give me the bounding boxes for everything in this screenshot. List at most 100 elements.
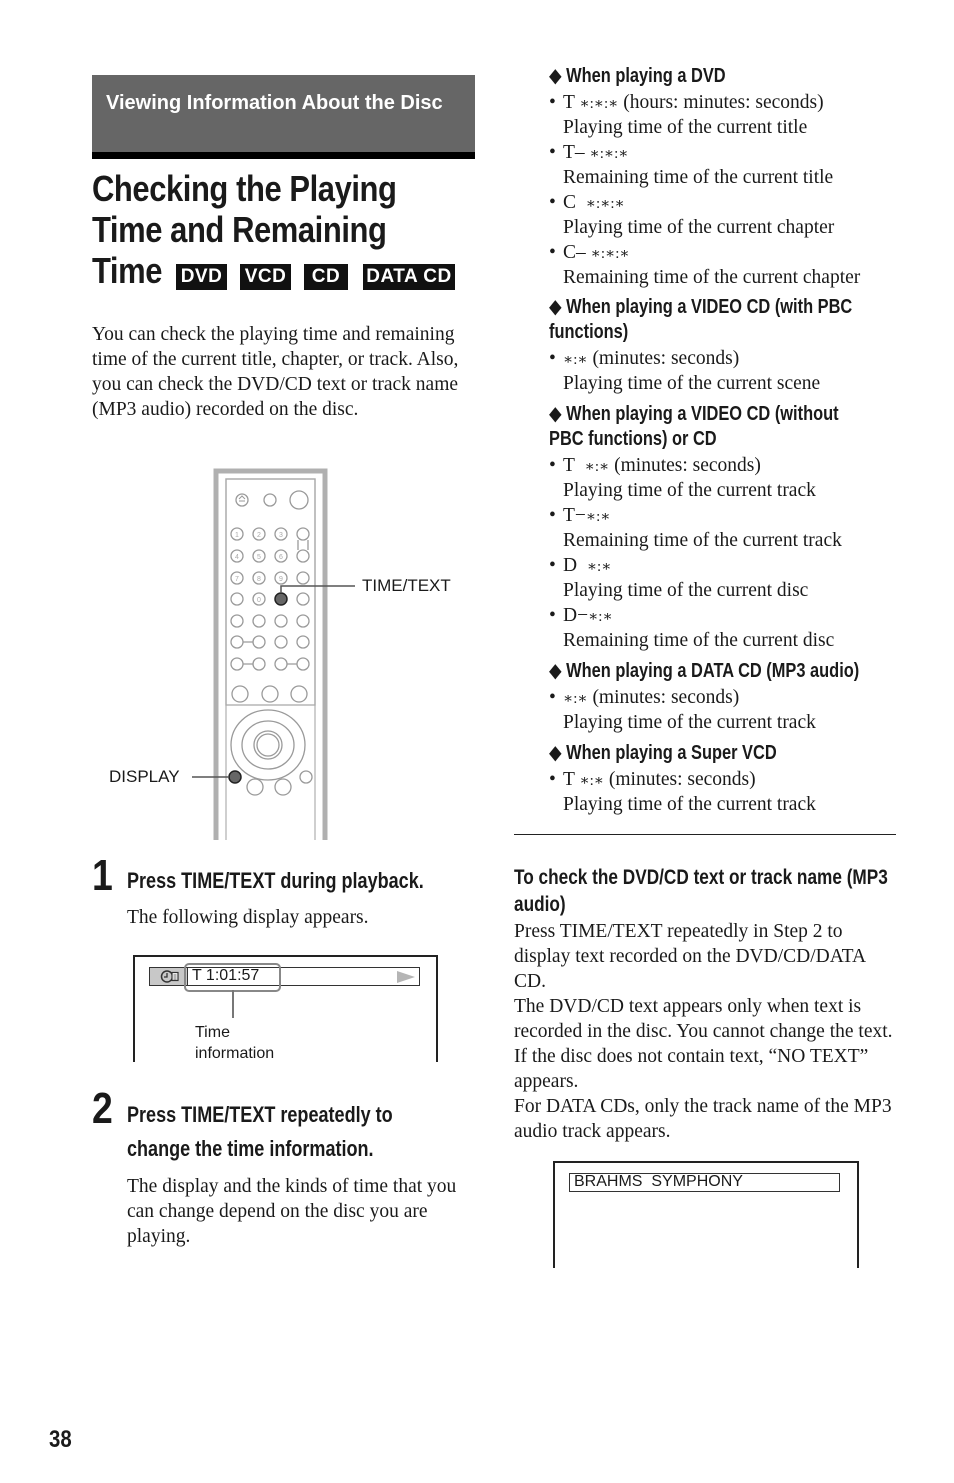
badge-cd: CD: [304, 264, 348, 290]
list-item: • C– ∗:∗:∗: [549, 242, 630, 263]
page-title-line-1: Checking the Playing: [92, 168, 397, 209]
time-format: ∗:∗: [579, 773, 604, 789]
button-4-label: 4: [235, 554, 239, 561]
display-button: [228, 770, 242, 784]
mode-heading-dvd-text: When playing a DVD: [566, 65, 726, 87]
button-2-label: 2: [257, 532, 261, 539]
section-banner: Viewing Information About the Disc: [92, 75, 475, 159]
step-2-body: The display and the kinds of time that y…: [127, 1176, 457, 1247]
section-banner-text: Viewing Information About the Disc: [106, 92, 443, 114]
list-item-description: Playing time of the current track: [563, 480, 816, 501]
list-item: • T ∗:∗:∗ (hours: minutes: seconds): [549, 92, 824, 113]
list-item-description: Remaining time of the current track: [563, 530, 842, 551]
play-button: [231, 685, 249, 703]
step-2-heading-line-2: change the time information.: [127, 1136, 374, 1161]
time-text-icon: [160, 970, 179, 983]
list-item-description: Playing time of the current disc: [563, 580, 809, 601]
list-item: • C ∗:∗:∗: [549, 192, 625, 213]
mode-heading-super-vcd: ◆ When playing a Super VCD: [549, 742, 777, 764]
time-format: ∗:∗: [585, 509, 611, 525]
osd-text-display: BRAHMS SYMPHONY: [553, 1161, 859, 1268]
list-item: • D−∗:∗: [549, 605, 613, 626]
time-format: ∗:∗: [563, 352, 588, 368]
time-code: T: [563, 769, 575, 790]
badge-dvd: DVD: [176, 264, 227, 290]
page-number: 38: [49, 1426, 72, 1453]
list-item-description: Playing time of the current track: [563, 794, 816, 815]
stop-button: [290, 685, 308, 703]
time-format: ∗:∗:∗: [579, 96, 619, 112]
time-note: (minutes: seconds): [608, 769, 756, 790]
list-item: • ∗:∗ (minutes: seconds): [549, 348, 740, 369]
badge-data-cd: DATA CD: [363, 264, 455, 290]
mode-heading-vcd-no-pbc-line-2: PBC functions) or CD: [549, 428, 717, 450]
step-1-body: The following display appears.: [127, 907, 369, 928]
button-0-label: 0: [257, 597, 261, 604]
time-note: (hours: minutes: seconds): [623, 92, 824, 113]
osd-time-value: T 1:01:57: [192, 967, 260, 984]
time-note: (minutes: seconds): [614, 455, 761, 476]
osd-track-name: BRAHMS SYMPHONY: [574, 1173, 743, 1190]
list-item: • T ∗:∗ (minutes: seconds): [549, 769, 756, 790]
section-divider: [514, 834, 896, 835]
time-code: T: [563, 92, 575, 113]
time-info-callout-line: [232, 990, 234, 1018]
small-button: [263, 493, 277, 507]
list-item-description: Remaining time of the current chapter: [563, 267, 861, 288]
list-item-description: Remaining time of the current title: [563, 167, 834, 188]
step-2-number: 2: [92, 1084, 113, 1133]
list-item-description: Playing time of the current title: [563, 117, 808, 138]
time-text-callout-line: [280, 585, 355, 593]
time-info-callout-label: Time information: [195, 1022, 274, 1064]
time-text-callout-label: TIME/TEXT: [362, 576, 451, 595]
display-callout-label: DISPLAY: [109, 767, 180, 786]
mode-heading-vcd-pbc-line-2: functions): [549, 321, 629, 343]
mode-heading-data-cd: ◆ When playing a DATA CD (MP3 audio): [549, 660, 860, 682]
badge-vcd: VCD: [240, 264, 291, 290]
button-6-label: 6: [279, 554, 283, 561]
button-9-label: 9: [279, 576, 283, 583]
pause-button: [261, 685, 279, 703]
list-item-description: Playing time of the current scene: [563, 373, 821, 394]
mode-heading-super-vcd-text: When playing a Super VCD: [566, 742, 777, 764]
mode-heading-vcd-pbc: ◆ When playing a VIDEO CD (with PBC: [549, 296, 853, 318]
list-item: • T−∗:∗: [549, 505, 611, 526]
list-item: • D ∗:∗: [549, 555, 612, 576]
time-note: (minutes: seconds): [592, 687, 740, 708]
button-3-label: 3: [279, 532, 283, 539]
mode-heading-vcd-no-pbc: ◆ When playing a VIDEO CD (without: [549, 403, 839, 425]
time-format: ∗:∗: [586, 559, 612, 575]
button-1-label: 1: [235, 532, 239, 539]
button-5-label: 5: [257, 554, 261, 561]
text-note-heading: To check the DVD/CD text or track name (…: [514, 866, 888, 916]
page-title-line-2: Time and Remaining: [92, 209, 387, 250]
step-2-heading-line-1: Press TIME/TEXT repeatedly to: [127, 1102, 393, 1127]
mode-heading-data-cd-text: When playing a DATA CD (MP3 audio): [566, 660, 860, 682]
number-buttons: [230, 527, 310, 671]
time-text-button: [274, 592, 288, 606]
time-format: ∗:∗:∗: [589, 146, 629, 162]
remote-control-figure: 1 2 3 4 5 6 7 8 9 0 TIME/TEXT DISPLAY: [100, 465, 480, 840]
time-code: T: [563, 455, 575, 476]
text-note-body: Press TIME/TEXT repeatedly in Step 2 to …: [514, 921, 893, 1142]
list-item: • T ∗:∗ (minutes: seconds): [549, 455, 761, 476]
list-item-description: Playing time of the current chapter: [563, 217, 835, 238]
time-format: ∗:∗: [584, 459, 610, 475]
time-info-label-line-2: information: [195, 1045, 275, 1062]
osd-time-display: T 1:01:57 Time information: [133, 955, 438, 1062]
button-8-label: 8: [257, 576, 261, 583]
power-button: [289, 490, 309, 510]
step-1-heading: Press TIME/TEXT during playback.: [127, 868, 424, 893]
mode-heading-vcd-no-pbc-line-1: When playing a VIDEO CD (without: [566, 403, 839, 425]
time-code: C–: [563, 242, 586, 263]
time-format: ∗:∗:∗: [590, 246, 630, 262]
intro-paragraph: You can check the playing time and remai…: [92, 324, 459, 420]
time-code: D−: [563, 605, 589, 626]
list-item-description: Remaining time of the current disc: [563, 630, 835, 651]
time-format: ∗:∗:∗: [585, 196, 625, 212]
time-format: ∗:∗: [563, 691, 588, 707]
time-code: T−: [563, 505, 586, 526]
osd-icon-cell: [150, 968, 188, 985]
list-item: • ∗:∗ (minutes: seconds): [549, 687, 740, 708]
play-indicator-icon: [397, 971, 415, 983]
